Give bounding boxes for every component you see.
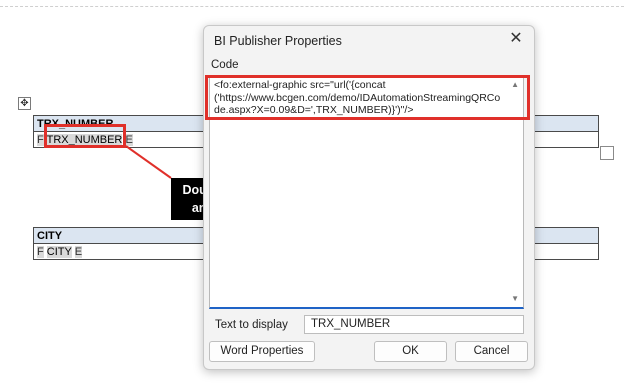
code-highlight-box	[205, 75, 530, 120]
code-label: Code	[211, 59, 239, 71]
close-icon[interactable]: ✕	[506, 29, 526, 49]
ok-button[interactable]: OK	[374, 341, 447, 362]
text-to-display-label: Text to display	[215, 319, 288, 331]
callout-line-left	[125, 145, 172, 179]
dialog-title: BI Publisher Properties	[214, 34, 342, 48]
word-properties-button[interactable]: Word Properties	[209, 341, 315, 362]
text-to-display-input[interactable]: TRX_NUMBER	[304, 315, 524, 334]
cancel-button[interactable]: Cancel	[455, 341, 528, 362]
scroll-down-icon[interactable]: ▼	[511, 294, 519, 303]
